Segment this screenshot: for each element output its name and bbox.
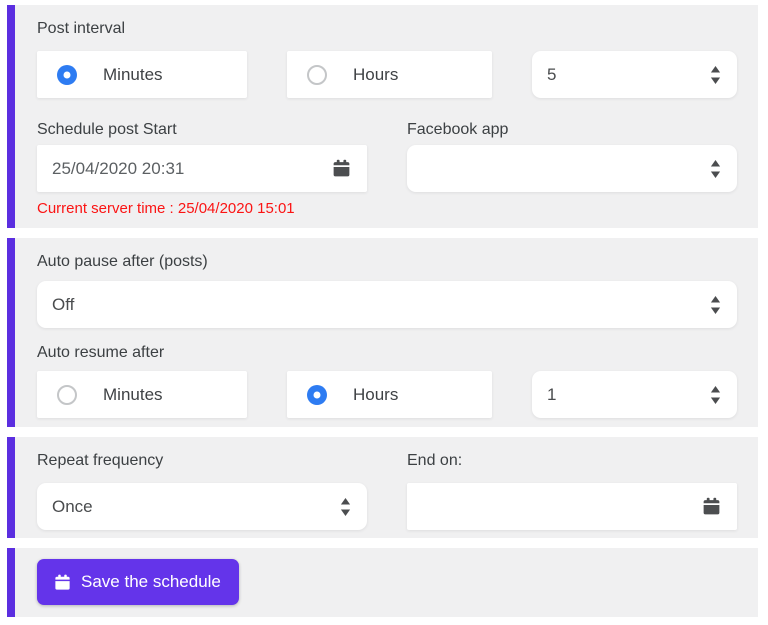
updown-spinner-icon[interactable] xyxy=(340,497,351,516)
server-time-note: Current server time : 25/04/2020 15:01 xyxy=(37,200,295,217)
repeat-frequency-select[interactable]: Once xyxy=(37,483,367,530)
post-interval-row: Minutes Hours 5 xyxy=(37,51,737,98)
auto-pause-select[interactable]: Off xyxy=(37,281,737,328)
auto-resume-value-input[interactable]: 1 xyxy=(532,371,737,418)
post-interval-value-input[interactable]: 5 xyxy=(532,51,737,98)
schedule-start-value: 25/04/2020 20:31 xyxy=(52,158,185,178)
post-interval-minutes-option[interactable]: Minutes xyxy=(37,51,247,98)
calendar-icon xyxy=(55,574,70,590)
section-auto-pause-resume: Auto pause after (posts) Off Auto resume… xyxy=(7,238,758,427)
post-interval-value: 5 xyxy=(547,64,557,84)
radio-icon[interactable] xyxy=(57,384,77,405)
calendar-icon[interactable] xyxy=(701,496,722,517)
facebook-app-label: Facebook app xyxy=(407,121,509,138)
repeat-frequency-value: Once xyxy=(52,496,93,516)
updown-spinner-icon[interactable] xyxy=(710,385,721,404)
updown-spinner-icon[interactable] xyxy=(710,295,721,314)
post-interval-label: Post interval xyxy=(37,20,126,37)
auto-resume-label: Auto resume after xyxy=(37,344,165,361)
updown-spinner-icon[interactable] xyxy=(710,159,721,178)
auto-resume-hours-option[interactable]: Hours xyxy=(287,371,492,418)
radio-icon[interactable] xyxy=(57,64,77,85)
updown-spinner-icon[interactable] xyxy=(710,65,721,84)
save-schedule-button-label: Save the schedule xyxy=(81,572,221,591)
start-row-labels: Schedule post Start Facebook app xyxy=(37,120,737,139)
auto-resume-row: Minutes Hours 1 xyxy=(37,371,737,418)
auto-pause-label: Auto pause after (posts) xyxy=(37,253,208,270)
radio-icon[interactable] xyxy=(307,64,327,85)
schedule-start-input[interactable]: 25/04/2020 20:31 xyxy=(37,145,367,192)
radio-option-label: Minutes xyxy=(103,384,163,404)
post-interval-hours-option[interactable]: Hours xyxy=(287,51,492,98)
radio-option-label: Hours xyxy=(353,384,399,404)
section-repeat: Repeat frequency End on: Once xyxy=(7,437,758,538)
end-on-input[interactable] xyxy=(407,483,737,530)
start-row-inputs: 25/04/2020 20:31 xyxy=(37,145,737,192)
repeat-row-labels: Repeat frequency End on: xyxy=(37,451,737,483)
auto-pause-value: Off xyxy=(52,294,75,314)
section-save: Save the schedule xyxy=(7,548,758,617)
radio-icon[interactable] xyxy=(307,384,327,405)
facebook-app-select[interactable] xyxy=(407,145,737,192)
repeat-frequency-label: Repeat frequency xyxy=(37,452,164,469)
calendar-icon[interactable] xyxy=(331,158,352,179)
section-post-interval: Post interval Minutes Hours 5 Schedule p… xyxy=(7,5,758,228)
schedule-form-page: Post interval Minutes Hours 5 Schedule p… xyxy=(0,0,768,625)
radio-option-label: Hours xyxy=(353,64,399,84)
auto-resume-minutes-option[interactable]: Minutes xyxy=(37,371,247,418)
radio-option-label: Minutes xyxy=(103,64,163,84)
save-schedule-button[interactable]: Save the schedule xyxy=(37,559,239,605)
repeat-row-inputs: Once xyxy=(37,483,737,530)
auto-resume-value: 1 xyxy=(547,384,557,404)
end-on-label: End on: xyxy=(407,452,463,469)
schedule-start-label: Schedule post Start xyxy=(37,121,177,138)
